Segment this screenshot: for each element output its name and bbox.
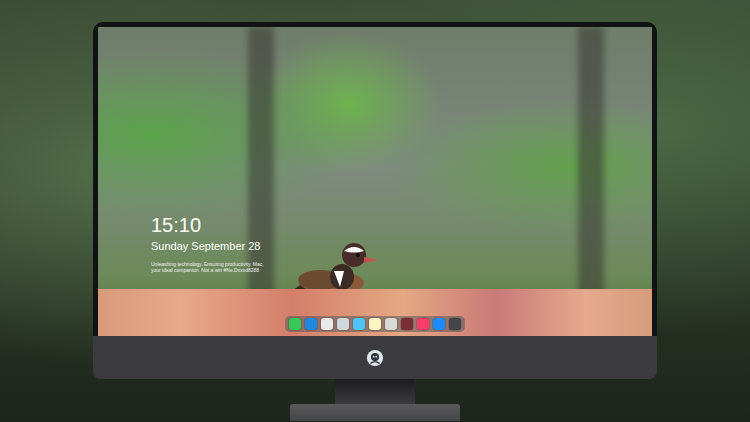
caption-line: Unleashing technology, Ensuring producti… bbox=[151, 261, 652, 267]
brand-logo-icon bbox=[366, 349, 384, 367]
dock-app-icon[interactable] bbox=[401, 318, 413, 330]
dock-app-icon[interactable] bbox=[417, 318, 429, 330]
wallpaper-tree bbox=[248, 27, 274, 297]
dock-app-icon[interactable] bbox=[385, 318, 397, 330]
dock-app-icon[interactable] bbox=[449, 318, 461, 330]
clock-date: Sunday September 28 bbox=[151, 239, 652, 253]
clock-time: 15:10 bbox=[151, 213, 652, 237]
dock-app-icon[interactable] bbox=[305, 318, 317, 330]
wallpaper-duck-icon bbox=[290, 225, 380, 297]
desktop-screen: 15:10 Sunday September 28 Unleashing tec… bbox=[98, 27, 652, 336]
dock-app-icon[interactable] bbox=[433, 318, 445, 330]
dock-app-icon[interactable] bbox=[289, 318, 301, 330]
lock-screen: 15:10 Sunday September 28 Unleashing tec… bbox=[151, 213, 652, 332]
monitor-chin bbox=[93, 336, 657, 379]
monitor: 15:10 Sunday September 28 Unleashing tec… bbox=[0, 0, 750, 422]
monitor-stand-base bbox=[290, 404, 460, 421]
dock-app-icon[interactable] bbox=[337, 318, 349, 330]
wallpaper-tree bbox=[578, 27, 604, 297]
monitor-bezel: 15:10 Sunday September 28 Unleashing tec… bbox=[93, 22, 657, 336]
dock-app-icon[interactable] bbox=[369, 318, 381, 330]
monitor-stand-neck bbox=[335, 379, 415, 404]
dock bbox=[285, 316, 465, 332]
lock-caption: Unleashing technology, Ensuring producti… bbox=[151, 261, 652, 273]
dock-app-icon[interactable] bbox=[353, 318, 365, 330]
caption-line: your ideal companion. Not a win #Ne.Dxxx… bbox=[151, 267, 652, 273]
dock-app-icon[interactable] bbox=[321, 318, 333, 330]
